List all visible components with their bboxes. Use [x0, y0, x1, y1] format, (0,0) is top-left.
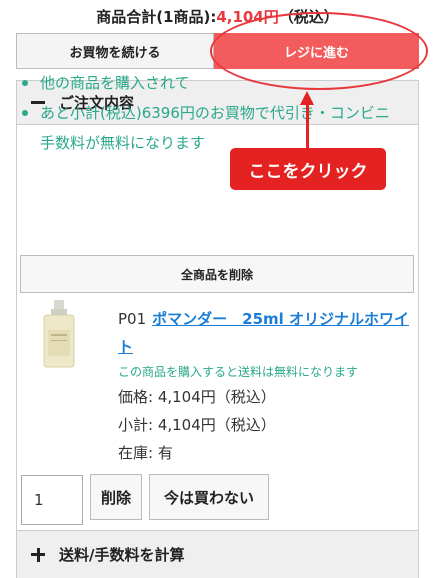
bullet-icon — [22, 110, 28, 116]
product-title: P01 ポマンダー 25ml オリジナルホワイト — [118, 305, 418, 361]
arrow-up-icon — [300, 91, 314, 105]
note-item: 他の商品を購入されて — [22, 68, 402, 98]
plus-icon — [31, 547, 45, 562]
click-here-callout: ここをクリック — [230, 148, 386, 190]
go-to-register-button[interactable]: レジに進む — [214, 33, 419, 69]
cart-summary-label: 商品合計(1商品): — [96, 8, 217, 26]
save-for-later-button[interactable]: 今は買わない — [149, 474, 269, 520]
product-code: P01 — [118, 310, 147, 328]
quantity-input[interactable] — [21, 475, 83, 525]
shipping-calculator-toggle[interactable]: 送料/手数料を計算 — [16, 531, 419, 578]
order-notes: 他の商品を購入されて あと小計(税込)6396円のお買物で代引き・コンビニ手数料… — [22, 68, 402, 158]
product-image[interactable] — [40, 300, 78, 368]
note-text: 他の商品を購入されて — [40, 74, 190, 92]
product-stock: 在庫: 有 — [118, 444, 173, 462]
continue-shopping-button[interactable]: お買物を続ける — [16, 33, 214, 69]
delete-all-button[interactable]: 全商品を削除 — [20, 255, 414, 293]
product-name-link[interactable]: ポマンダー 25ml オリジナルホワイト — [118, 310, 409, 356]
product-details: P01 ポマンダー 25ml オリジナルホワイト この商品を購入すると送料は無料に… — [118, 305, 418, 467]
cart-summary-tax: （税込） — [278, 8, 339, 26]
product-promo: この商品を購入すると送料は無料になります — [118, 365, 359, 379]
remove-button[interactable]: 削除 — [90, 474, 142, 520]
cart-summary-amount: 4,104円 — [216, 8, 279, 26]
product-price: 価格: 4,104円（税込） — [118, 388, 276, 406]
product-subtotal: 小計: 4,104円（税込） — [118, 416, 276, 434]
checkout-button-row: お買物を続ける レジに進む — [16, 33, 419, 69]
arrow-line — [306, 104, 309, 150]
bullet-icon — [22, 80, 28, 86]
shipping-label: 送料/手数料を計算 — [59, 546, 185, 564]
cart-summary: 商品合計(1商品):4,104円（税込） — [0, 6, 435, 27]
